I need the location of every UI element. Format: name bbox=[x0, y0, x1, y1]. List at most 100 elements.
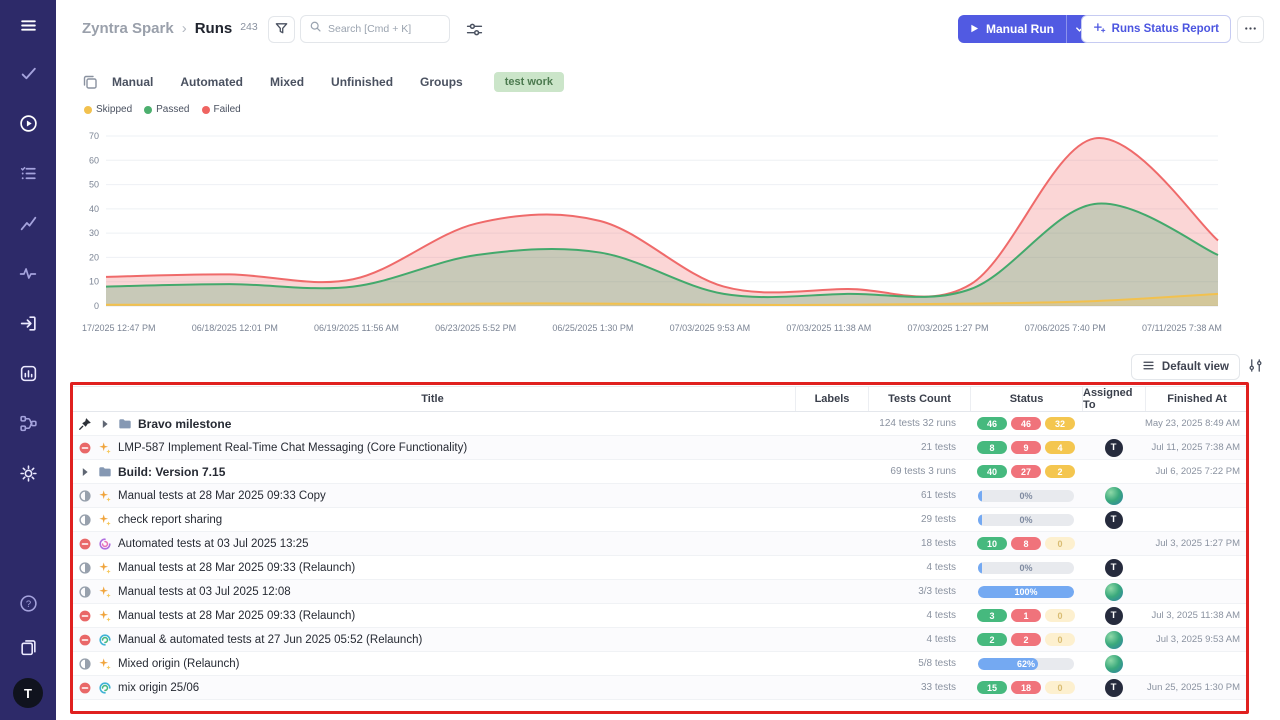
legend-dot-skipped bbox=[84, 106, 92, 114]
svg-text:60: 60 bbox=[89, 155, 99, 165]
tab-groups[interactable]: Groups bbox=[420, 75, 463, 89]
run-title[interactable]: LMP-587 Implement Real-Time Chat Messagi… bbox=[118, 442, 467, 454]
assignee-avatar-globe[interactable] bbox=[1105, 631, 1123, 649]
run-title[interactable]: Manual tests at 28 Mar 2025 09:33 Copy bbox=[118, 490, 326, 502]
labels-cell bbox=[795, 652, 868, 675]
sidebar-item-runs[interactable] bbox=[10, 110, 46, 140]
assignee-avatar-letter[interactable]: T bbox=[1105, 439, 1123, 457]
sidebar-item-test-cases[interactable] bbox=[10, 160, 46, 190]
x-axis-label: 06/19/2025 11:56 AM bbox=[314, 323, 399, 333]
sidebar-item-workflow[interactable] bbox=[10, 410, 46, 440]
table-row[interactable]: Manual tests at 28 Mar 2025 09:33 Copy61… bbox=[70, 484, 1248, 508]
status-in-progress-icon bbox=[78, 513, 92, 527]
labels-cell bbox=[795, 484, 868, 507]
tab-unfinished[interactable]: Unfinished bbox=[331, 75, 393, 89]
table-row[interactable]: Bravo milestone124 tests 32 runs464632Ma… bbox=[70, 412, 1248, 436]
documents-button[interactable] bbox=[10, 634, 46, 664]
status-in-progress-icon bbox=[78, 585, 92, 599]
labels-cell bbox=[795, 580, 868, 603]
copy-stack-icon[interactable] bbox=[82, 74, 98, 90]
expand-caret-icon[interactable] bbox=[98, 417, 112, 431]
table-row[interactable]: Automated tests at 03 Jul 2025 13:2518 t… bbox=[70, 532, 1248, 556]
column-header-assigned-to[interactable]: Assigned To bbox=[1082, 387, 1145, 411]
tab-mixed[interactable]: Mixed bbox=[270, 75, 304, 89]
gear-icon bbox=[19, 464, 38, 486]
sidebar-item-tasks[interactable] bbox=[10, 60, 46, 90]
column-header-tests-count[interactable]: Tests Count bbox=[868, 387, 970, 411]
failed-count-badge: 8 bbox=[1011, 537, 1041, 550]
table-row[interactable]: Mixed origin (Relaunch)5/8 tests62% bbox=[70, 652, 1248, 676]
filter-tag[interactable]: test work bbox=[494, 72, 564, 92]
tab-automated[interactable]: Automated bbox=[180, 75, 243, 89]
assignee-avatar-globe[interactable] bbox=[1105, 487, 1123, 505]
table-row[interactable]: Manual & automated tests at 27 Jun 2025 … bbox=[70, 628, 1248, 652]
run-title[interactable]: Manual tests at 28 Mar 2025 09:33 (Relau… bbox=[118, 610, 355, 622]
view-settings-button[interactable] bbox=[1242, 354, 1268, 380]
search-input[interactable] bbox=[328, 23, 441, 35]
assignee-avatar-globe[interactable] bbox=[1105, 655, 1123, 673]
progress-bar: 0% bbox=[978, 562, 1074, 574]
mixed-cyclone-icon bbox=[98, 681, 112, 695]
menu-button[interactable] bbox=[10, 12, 46, 42]
table-row[interactable]: Manual tests at 28 Mar 2025 09:33 (Relau… bbox=[70, 556, 1248, 580]
column-header-labels[interactable]: Labels bbox=[795, 387, 868, 411]
table-row[interactable]: LMP-587 Implement Real-Time Chat Messagi… bbox=[70, 436, 1248, 460]
tab-manual[interactable]: Manual bbox=[112, 75, 153, 89]
help-button[interactable]: ? bbox=[10, 590, 46, 620]
table-row[interactable]: check report sharing29 tests0%T bbox=[70, 508, 1248, 532]
tests-count-cell: 69 tests 3 runs bbox=[868, 460, 970, 483]
breadcrumb-separator: › bbox=[182, 20, 187, 37]
column-header-status[interactable]: Status bbox=[970, 387, 1082, 411]
legend-dot-failed bbox=[202, 106, 210, 114]
run-title[interactable]: Manual tests at 03 Jul 2025 12:08 bbox=[118, 586, 291, 598]
table-row[interactable]: Manual tests at 03 Jul 2025 12:083/3 tes… bbox=[70, 580, 1248, 604]
title-cell: Manual tests at 03 Jul 2025 12:08 bbox=[70, 580, 795, 603]
passed-count-badge: 2 bbox=[977, 633, 1007, 646]
labels-cell bbox=[795, 436, 868, 459]
manual-run-button[interactable]: Manual Run bbox=[958, 15, 1091, 43]
expand-caret-icon[interactable] bbox=[78, 465, 92, 479]
assignee-avatar-letter[interactable]: T bbox=[1105, 511, 1123, 529]
assigned-to-cell bbox=[1082, 412, 1145, 435]
assignee-avatar-globe[interactable] bbox=[1105, 583, 1123, 601]
run-title[interactable]: Manual tests at 28 Mar 2025 09:33 (Relau… bbox=[118, 562, 355, 574]
run-title[interactable]: Manual & automated tests at 27 Jun 2025 … bbox=[118, 634, 422, 646]
sidebar-item-activity[interactable] bbox=[10, 260, 46, 290]
skipped-count-badge: 0 bbox=[1045, 681, 1075, 694]
failed-count-badge: 46 bbox=[1011, 417, 1041, 430]
sidebar-item-analytics[interactable] bbox=[10, 210, 46, 240]
run-title[interactable]: check report sharing bbox=[118, 514, 222, 526]
sidebar-item-import[interactable] bbox=[10, 310, 46, 340]
assignee-avatar-letter[interactable]: T bbox=[1105, 679, 1123, 697]
table-row[interactable]: mix origin 25/0633 tests15180TJun 25, 20… bbox=[70, 676, 1248, 700]
passed-count-badge: 8 bbox=[977, 441, 1007, 454]
run-title[interactable]: Build: Version 7.15 bbox=[118, 465, 225, 479]
column-header-title[interactable]: Title bbox=[70, 387, 795, 411]
column-header-finished-at[interactable]: Finished At bbox=[1145, 387, 1248, 411]
table-row[interactable]: Manual tests at 28 Mar 2025 09:33 (Relau… bbox=[70, 604, 1248, 628]
failed-count-badge: 2 bbox=[1011, 633, 1041, 646]
more-options-button[interactable] bbox=[1237, 16, 1264, 43]
assignee-avatar-letter[interactable]: T bbox=[1105, 607, 1123, 625]
filter-button[interactable] bbox=[268, 16, 295, 43]
run-title[interactable]: Bravo milestone bbox=[138, 417, 231, 431]
svg-text:30: 30 bbox=[89, 228, 99, 238]
user-avatar[interactable]: T bbox=[13, 678, 43, 708]
table-row[interactable]: Build: Version 7.1569 tests 3 runs40272J… bbox=[70, 460, 1248, 484]
folder-icon bbox=[98, 465, 112, 479]
passed-count-badge: 40 bbox=[977, 465, 1007, 478]
table-header: TitleLabelsTests CountStatusAssigned ToF… bbox=[70, 386, 1248, 412]
x-axis-label: 06/18/2025 12:01 PM bbox=[192, 323, 278, 333]
runs-status-report-button[interactable]: Runs Status Report bbox=[1081, 15, 1231, 43]
legend-failed: Failed bbox=[202, 104, 241, 115]
run-title[interactable]: mix origin 25/06 bbox=[118, 682, 199, 694]
folder-icon bbox=[118, 417, 132, 431]
search-settings-button[interactable] bbox=[466, 21, 483, 41]
sidebar-item-reports[interactable] bbox=[10, 360, 46, 390]
default-view-button[interactable]: Default view bbox=[1131, 354, 1240, 380]
sidebar-item-settings[interactable] bbox=[10, 460, 46, 490]
assignee-avatar-letter[interactable]: T bbox=[1105, 559, 1123, 577]
run-title[interactable]: Automated tests at 03 Jul 2025 13:25 bbox=[118, 538, 309, 550]
run-title[interactable]: Mixed origin (Relaunch) bbox=[118, 658, 239, 670]
breadcrumb-app[interactable]: Zyntra Spark bbox=[82, 20, 174, 37]
